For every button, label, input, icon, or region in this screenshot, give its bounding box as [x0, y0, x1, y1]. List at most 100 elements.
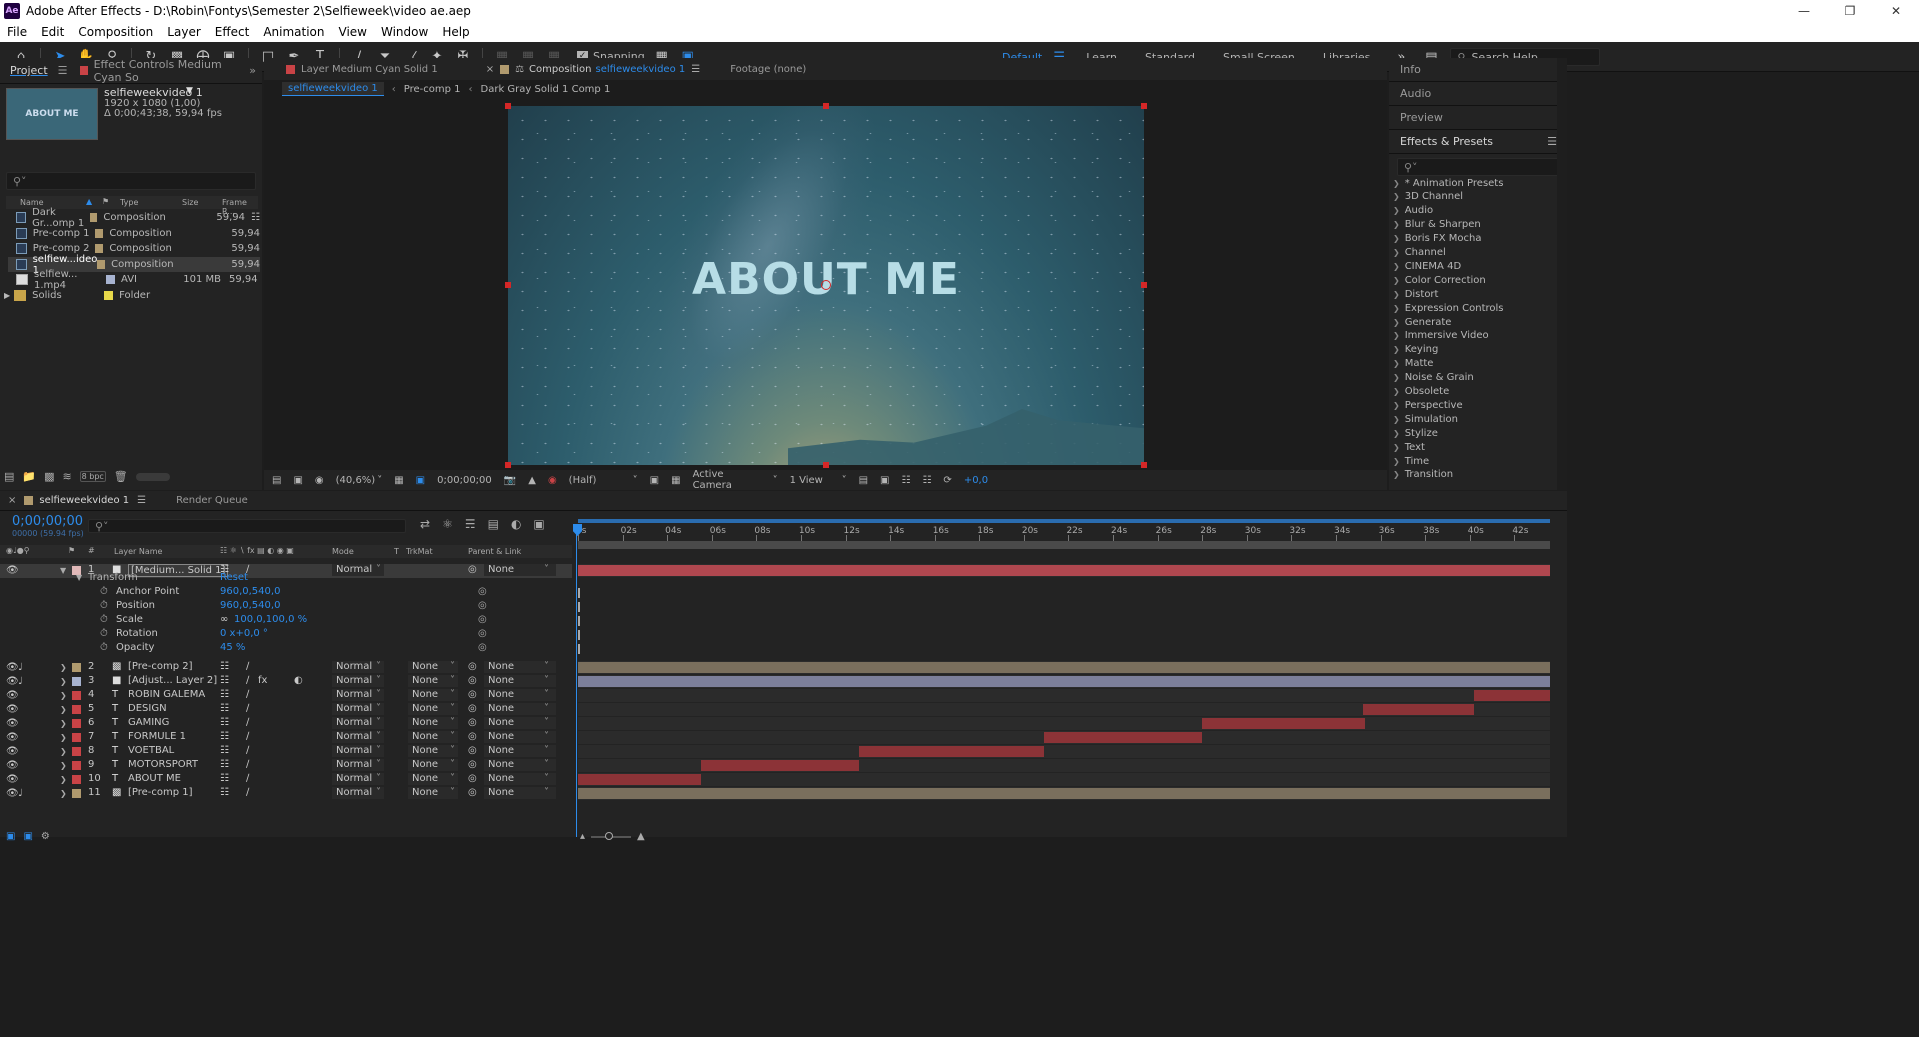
layer-row[interactable]: 👁 ❯ 8 T VOETBAL ☷ ∕ Normal ˅ None ˅ ◎ None ˅ — [0, 745, 572, 759]
breadcrumb-item[interactable]: Dark Gray Solid 1 Comp 1 — [481, 84, 611, 95]
chevron-down-icon[interactable]: ˅ — [450, 773, 455, 784]
shy-switch-icon[interactable]: ☷ — [220, 759, 229, 770]
effects-category[interactable]: ❯ Perspective — [1393, 398, 1463, 412]
chevron-right-icon[interactable]: ▶ — [4, 291, 10, 300]
chevron-right-icon[interactable]: ❯ — [1393, 443, 1400, 452]
graph-editor-icon[interactable]: ▣ — [533, 517, 544, 531]
layer-row[interactable]: 👁 ❯ 4 T ROBIN GALEMA ☷ ∕ Normal ˅ None ˅ ◎ None ˅ — [0, 689, 572, 703]
chevron-right-icon[interactable]: ❯ — [1393, 220, 1400, 229]
expression-pick-whip-icon[interactable]: ◎ — [478, 586, 487, 597]
region-of-interest-icon[interactable]: ▣ — [416, 475, 425, 486]
chevron-right-icon[interactable]: ❯ — [1393, 401, 1400, 410]
panel-menu-icon[interactable]: ☰ — [58, 64, 68, 77]
chevron-down-icon[interactable]: ˅ — [376, 703, 381, 714]
stopwatch-icon[interactable]: ⏱ — [100, 600, 108, 611]
layer-row[interactable]: 👁 ❯ 10 T ABOUT ME ☷ ∕ Normal ˅ None ˅ ◎ None ˅ — [0, 773, 572, 787]
layer-duration-bar[interactable] — [578, 565, 1550, 576]
eye-icon[interactable]: 👁 — [6, 704, 19, 715]
chevron-right-icon[interactable]: ❯ — [1393, 206, 1400, 215]
effects-category[interactable]: ❯ Channel — [1393, 246, 1446, 260]
quality-switch-icon[interactable]: ∕ — [246, 787, 249, 798]
zoom-in-icon[interactable]: ▲ — [637, 831, 645, 842]
chevron-right-icon[interactable]: ❯ — [1393, 345, 1400, 354]
info-panel-header[interactable]: Info — [1389, 58, 1567, 82]
chevron-right-icon[interactable]: ❯ — [60, 719, 67, 728]
chevron-right-icon[interactable]: ❯ — [1393, 415, 1400, 424]
camera-dropdown[interactable]: Active Camera — [693, 469, 761, 491]
minimize-icon[interactable]: — — [1781, 0, 1827, 22]
chevron-down-icon[interactable]: ˅ — [633, 475, 638, 486]
layer-duration-bar[interactable] — [1362, 704, 1475, 715]
layer-row[interactable]: 👁 ♩ ❯ 2 ▩ [Pre-comp 2] ☷ ∕ Normal ˅ None ˅ ◎ None ˅ — [0, 661, 572, 675]
zoom-slider[interactable]: ▴ ▲ — [580, 831, 645, 842]
layer-duration-bar[interactable] — [578, 676, 1550, 687]
chevron-right-icon[interactable]: ❯ — [60, 775, 67, 784]
chevron-down-icon[interactable]: ˅ — [450, 745, 455, 756]
property-value[interactable]: 960,0,540,0 — [220, 600, 280, 611]
interpret-footage-icon[interactable]: ▤ — [4, 470, 14, 483]
anchor-point-icon[interactable] — [821, 280, 831, 290]
chevron-down-icon[interactable]: ˅ — [450, 703, 455, 714]
chevron-right-icon[interactable]: ❯ — [1393, 234, 1400, 243]
shy-switch-icon[interactable]: ☷ — [220, 689, 229, 700]
transform-handle[interactable] — [1141, 282, 1147, 288]
chevron-down-icon[interactable]: ˅ — [544, 717, 549, 728]
shy-layers-icon[interactable]: ☴ — [465, 517, 476, 531]
transform-property[interactable]: ⏱ Rotation 0 x+0,0 ° ◎ — [0, 628, 572, 642]
effects-category[interactable]: ❯ * Animation Presets — [1393, 176, 1503, 190]
pick-whip-icon[interactable]: ◎ — [468, 689, 477, 700]
label-tag-icon[interactable]: ⚑ — [102, 197, 109, 206]
channel-icon[interactable]: ◉ — [548, 475, 557, 486]
effects-category[interactable]: ❯ Obsolete — [1393, 385, 1449, 399]
audio-panel-header[interactable]: Audio — [1389, 82, 1567, 106]
label-swatch[interactable] — [72, 677, 81, 686]
quality-switch-icon[interactable]: ∕ — [246, 731, 249, 742]
shy-switch-icon[interactable]: ☷ — [220, 661, 229, 672]
chevron-right-icon[interactable]: ❯ — [1393, 470, 1400, 479]
chevron-right-icon[interactable]: ❯ — [1393, 276, 1400, 285]
flowchart-icon[interactable]: ☷ — [901, 475, 910, 486]
label-swatch[interactable] — [72, 705, 81, 714]
menu-edit[interactable]: Edit — [34, 25, 71, 39]
label-swatch[interactable] — [72, 775, 81, 784]
show-snapshot-icon[interactable]: ▲ — [528, 475, 536, 486]
quality-switch-icon[interactable]: ∕ — [246, 689, 249, 700]
effects-category[interactable]: ❯ Matte — [1393, 357, 1433, 371]
more-tabs-icon[interactable]: » — [249, 64, 256, 77]
stopwatch-icon[interactable]: ⏱ — [100, 642, 108, 653]
pick-whip-icon[interactable]: ◎ — [468, 745, 477, 756]
chevron-down-icon[interactable]: ˅ — [450, 689, 455, 700]
stopwatch-icon[interactable]: ⏱ — [100, 586, 108, 597]
quality-switch-icon[interactable]: ∕ — [246, 759, 249, 770]
render-preview-icon[interactable]: ▣ — [880, 475, 889, 486]
sort-ascending-icon[interactable]: ▲ — [86, 197, 92, 206]
label-swatch[interactable] — [72, 663, 81, 672]
project-item[interactable]: Pre-comp 1 Composition 59,94 — [8, 226, 260, 241]
menu-window[interactable]: Window — [374, 25, 435, 39]
layer-name[interactable]: DESIGN — [128, 703, 167, 714]
close-tab-icon[interactable]: × — [8, 495, 16, 506]
chevron-right-icon[interactable]: ❯ — [60, 663, 67, 672]
chevron-down-icon[interactable]: ˅ — [376, 675, 381, 686]
audio-icon[interactable]: ♩ — [18, 676, 23, 687]
effects-category[interactable]: ❯ Generate — [1393, 315, 1451, 329]
layer-row[interactable]: 👁 ❯ 7 T FORMULE 1 ☷ ∕ Normal ˅ None ˅ ◎ None ˅ — [0, 731, 572, 745]
layer-name[interactable]: ROBIN GALEMA — [128, 689, 205, 700]
effects-category[interactable]: ❯ Audio — [1393, 204, 1433, 218]
fx-switch-icon[interactable]: fx — [258, 675, 267, 686]
work-area-bar[interactable] — [578, 519, 1550, 523]
current-time[interactable]: 0;00;00;00 — [12, 514, 83, 529]
layer-row[interactable]: 👁 ❯ 9 T MOTORSPORT ☷ ∕ Normal ˅ None ˅ ◎ None ˅ — [0, 759, 572, 773]
quality-switch-icon[interactable]: ∕ — [246, 675, 249, 686]
effects-category[interactable]: ❯ Immersive Video — [1393, 329, 1489, 343]
tab-render-queue[interactable]: Render Queue — [176, 495, 248, 506]
layer-row[interactable]: 👁 ❯ 6 T GAMING ☷ ∕ Normal ˅ None ˅ ◎ None ˅ — [0, 717, 572, 731]
chevron-right-icon[interactable]: ❯ — [1393, 457, 1400, 466]
close-icon[interactable]: ✕ — [1873, 0, 1919, 22]
pick-whip-icon[interactable]: ◎ — [468, 661, 477, 672]
label-swatch[interactable] — [72, 789, 81, 798]
chevron-right-icon[interactable]: ❯ — [1393, 331, 1400, 340]
effects-category[interactable]: ❯ Distort — [1393, 287, 1438, 301]
tab-footage[interactable]: Footage (none) — [730, 64, 806, 75]
transparency-grid-icon[interactable]: ▦ — [671, 475, 680, 486]
